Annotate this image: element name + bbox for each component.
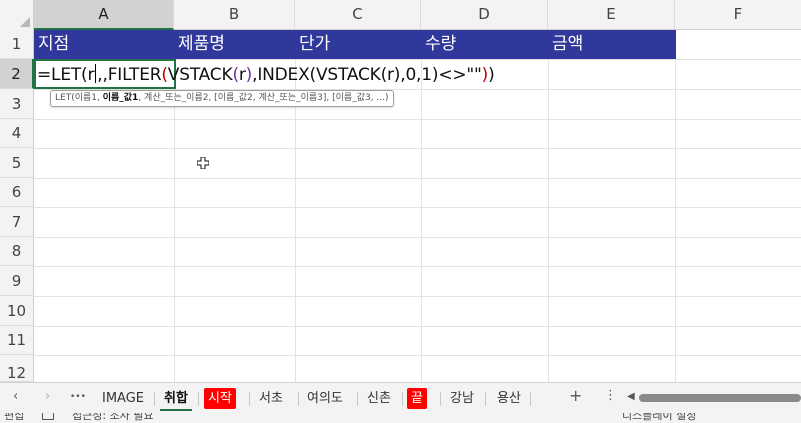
cell-d1[interactable]: 수량 — [421, 30, 548, 59]
cell-b1[interactable]: 제품명 — [174, 30, 295, 59]
column-header-c[interactable]: C — [295, 0, 421, 30]
scrollbar-thumb[interactable] — [639, 394, 801, 402]
tab-gangnam[interactable]: 강남 — [446, 388, 478, 409]
column-header-b[interactable]: B — [174, 0, 295, 30]
column-header-d[interactable]: D — [421, 0, 548, 30]
cell-cursor-icon — [197, 157, 209, 169]
cell-c1[interactable]: 단가 — [295, 30, 421, 59]
row-header-3[interactable]: 3 — [0, 89, 34, 119]
row-header-9[interactable]: 9 — [0, 266, 34, 296]
row-header-2[interactable]: 2 — [0, 59, 34, 89]
tab-kkeut[interactable]: 끝 — [407, 388, 427, 409]
tab-image[interactable]: IMAGE — [98, 388, 148, 409]
row-header-4[interactable]: 4 — [0, 119, 34, 148]
row-header-5[interactable]: 5 — [0, 148, 34, 178]
macro-record-icon[interactable] — [42, 413, 54, 420]
accessibility-status[interactable]: 접근성: 조사 필요 — [72, 413, 154, 423]
add-sheet-button[interactable]: + — [569, 386, 582, 405]
horizontal-scrollbar[interactable]: ◀ — [625, 391, 801, 405]
sheet-options-icon[interactable]: ⋮ — [604, 388, 617, 403]
display-settings[interactable]: 디스플레이 설정 — [622, 413, 696, 423]
cell-e1[interactable]: 금액 — [548, 30, 675, 59]
row-header-10[interactable]: 10 — [0, 296, 34, 326]
select-all-corner[interactable] — [0, 0, 34, 30]
tab-sijak[interactable]: 시작 — [204, 388, 236, 409]
more-sheets-button[interactable]: ••• — [70, 392, 86, 402]
column-header-f[interactable]: F — [675, 0, 801, 30]
status-bar: 편집 접근성: 조사 필요 디스플레이 설정 — [0, 413, 801, 423]
tab-sinchon[interactable]: 신촌 — [363, 388, 395, 409]
tab-chwihap[interactable]: 취합 — [160, 386, 192, 411]
row-header-12[interactable]: 12 — [0, 355, 34, 382]
cell-a1[interactable]: 지점 — [34, 30, 174, 59]
row-header-7[interactable]: 7 — [0, 207, 34, 237]
column-header-a[interactable]: A — [34, 0, 174, 30]
status-mode: 편집 — [4, 413, 25, 422]
row-header-11[interactable]: 11 — [0, 326, 34, 355]
formula-text[interactable]: =LET(r ,,FILTER(VSTACK(r),INDEX(VSTACK(r)… — [37, 62, 495, 88]
scroll-left-icon[interactable]: ◀ — [627, 391, 635, 402]
prev-sheet-icon[interactable]: ‹ — [13, 389, 18, 404]
row-header-1[interactable]: 1 — [0, 30, 34, 59]
tab-yongsan[interactable]: 용산 — [493, 388, 525, 409]
column-header-e[interactable]: E — [548, 0, 675, 30]
tab-yeouido[interactable]: 여의도 — [303, 388, 347, 409]
next-sheet-icon[interactable]: › — [45, 389, 50, 404]
row-header-6[interactable]: 6 — [0, 178, 34, 207]
column-header-bar: A B C D E F — [0, 0, 801, 30]
row-header-8[interactable]: 8 — [0, 237, 34, 266]
tab-seocho[interactable]: 서초 — [255, 388, 287, 409]
sheet-tab-bar: ‹ › ••• IMAGE 취합 시작 서초 여의도 신촌 끝 강남 용산 + … — [0, 382, 801, 413]
function-tooltip[interactable]: LET(이름1, 이름_값1, 계산_또는_이름2, [이름_값2, 계산_또는… — [50, 90, 394, 107]
